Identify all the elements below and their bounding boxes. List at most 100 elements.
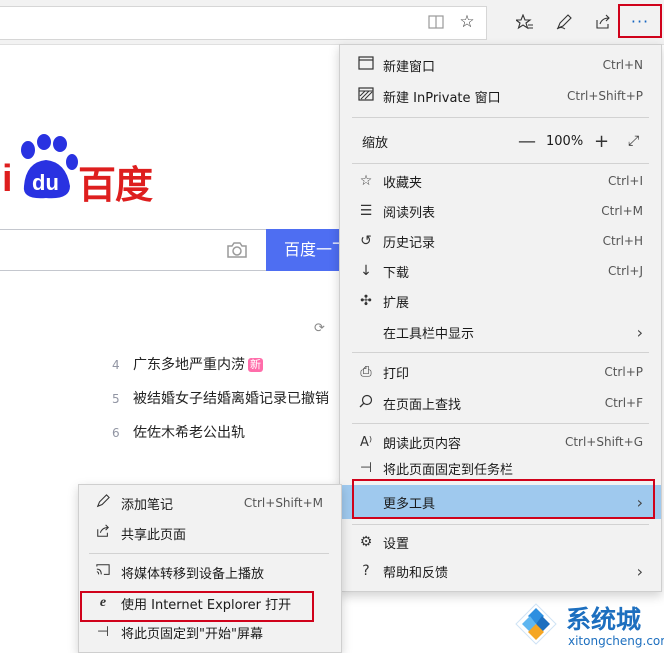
baidu-logo-text: 百度 <box>78 162 153 207</box>
site-watermark: 系统城 xitongcheng.com <box>510 598 664 653</box>
refresh-icon[interactable]: ⟳ <box>314 321 328 336</box>
pin-icon: ⊣ <box>359 460 373 476</box>
menu-shortcut: Ctrl+H <box>602 234 643 248</box>
more-actions-button[interactable]: ··· <box>618 4 662 38</box>
menu-label: 将此页面固定到任务栏 <box>383 462 514 478</box>
menu-divider <box>352 524 649 525</box>
menu-label: 扩展 <box>383 295 410 311</box>
menu-item-zoom: 缩放 — 100% + ⤢ <box>340 126 661 156</box>
zoom-out-button[interactable]: — <box>518 131 536 152</box>
zoom-label: 缩放 <box>362 135 389 151</box>
extensions-icon: ✣ <box>360 293 372 309</box>
pin-icon: ⊣ <box>96 624 110 640</box>
menu-divider <box>352 352 649 353</box>
address-bar[interactable] <box>0 6 487 40</box>
pen-icon <box>93 494 113 512</box>
menu-item-pin-to-taskbar[interactable]: ⊣ 将此页面固定到任务栏 <box>340 457 661 479</box>
menu-item-new-inprivate-window[interactable]: 新建 InPrivate 窗口 Ctrl+Shift+P <box>340 81 661 111</box>
search-icon <box>356 394 376 412</box>
favorites-list-icon[interactable] <box>512 9 538 35</box>
menu-shortcut: Ctrl+M <box>601 204 643 218</box>
menu-label: 下载 <box>383 265 410 281</box>
menu-item-history[interactable]: ↺ 历史记录 Ctrl+H <box>340 226 661 256</box>
submenu-label: 共享此页面 <box>121 527 187 543</box>
inprivate-icon <box>356 87 376 105</box>
hot-list-item[interactable]: 6 佐佐木希老公出轨 <box>112 422 245 444</box>
menu-divider <box>352 163 649 164</box>
submenu-label: 添加笔记 <box>121 497 174 513</box>
menu-item-print[interactable]: ⎙ 打印 Ctrl+P <box>340 357 661 387</box>
menu-label: 朗读此页内容 <box>383 436 462 452</box>
menu-label: 设置 <box>383 536 410 552</box>
baidu-logo-i: i <box>2 158 13 200</box>
menu-shortcut: Ctrl+P <box>604 365 643 379</box>
hot-title[interactable]: 被结婚女子结婚离婚记录已撤销 <box>133 391 329 407</box>
menu-label: 在页面上查找 <box>383 397 462 413</box>
search-button[interactable]: 百度一下 <box>266 229 346 271</box>
zoom-level: 100% <box>546 133 584 149</box>
hot-title[interactable]: 佐佐木希老公出轨 <box>133 425 245 441</box>
menu-item-settings[interactable]: ⚙ 设置 <box>340 527 661 557</box>
fullscreen-icon[interactable]: ⤢ <box>628 133 639 149</box>
menu-item-read-aloud[interactable]: A⁾ 朗读此页内容 Ctrl+Shift+G <box>340 427 661 457</box>
menu-label: 新建 InPrivate 窗口 <box>383 90 501 106</box>
submenu-item-share-page[interactable]: 共享此页面 <box>79 519 341 547</box>
submenu-item-pin-to-start[interactable]: ⊣ 将此页固定到"开始"屏幕 <box>79 618 341 646</box>
menu-item-show-in-toolbar[interactable]: 在工具栏中显示 › <box>340 317 661 347</box>
menu-shortcut: Ctrl+F <box>604 396 643 410</box>
menu-label: 帮助和反馈 <box>383 565 449 581</box>
menu-label: 历史记录 <box>383 235 436 251</box>
new-window-icon <box>356 56 376 74</box>
new-badge: 新 <box>248 358 263 372</box>
menu-item-new-window[interactable]: 新建窗口 Ctrl+N <box>340 50 661 80</box>
download-icon: ↓ <box>360 263 372 279</box>
annotation-highlight-box <box>80 591 314 622</box>
read-aloud-icon: A⁾ <box>359 434 373 450</box>
menu-shortcut: Ctrl+Shift+G <box>564 435 643 449</box>
annotation-highlight-box <box>352 479 655 519</box>
chevron-right-icon: › <box>636 322 643 342</box>
menu-divider <box>352 117 649 118</box>
cast-icon <box>93 563 113 581</box>
hot-rank: 4 <box>112 358 120 372</box>
favorite-star-icon[interactable]: ☆ <box>454 9 480 35</box>
browser-toolbar: ☆ ··· <box>0 0 664 45</box>
notes-pen-icon[interactable] <box>551 9 577 35</box>
reading-view-icon[interactable] <box>423 9 449 35</box>
menu-item-favorites[interactable]: ☆ 收藏夹 Ctrl+I <box>340 166 661 196</box>
hot-rank: 6 <box>112 426 120 440</box>
menu-item-downloads[interactable]: ↓ 下载 Ctrl+J <box>340 256 661 286</box>
share-icon[interactable] <box>590 9 616 35</box>
submenu-divider <box>89 553 329 554</box>
submenu-item-add-notes[interactable]: 添加笔记 Ctrl+Shift+M <box>79 489 341 517</box>
zoom-in-button[interactable]: + <box>594 131 609 152</box>
menu-item-find-on-page[interactable]: 在页面上查找 Ctrl+F <box>340 388 661 418</box>
favorites-icon: ☆ <box>359 173 373 189</box>
reading-list-icon: ☰ <box>359 203 373 219</box>
menu-shortcut: Ctrl+Shift+P <box>567 89 643 103</box>
watermark-title: 系统城 <box>566 605 642 634</box>
menu-item-reading-list[interactable]: ☰ 阅读列表 Ctrl+M <box>340 196 661 226</box>
menu-item-help-feedback[interactable]: ? 帮助和反馈 › <box>340 556 661 586</box>
chevron-right-icon: › <box>636 561 643 581</box>
submenu-shortcut: Ctrl+Shift+M <box>243 496 323 510</box>
menu-label: 在工具栏中显示 <box>383 326 475 342</box>
menu-label: 打印 <box>383 366 410 382</box>
hot-list-item[interactable]: 4 广东多地严重内涝新 <box>112 354 263 376</box>
menu-label: 收藏夹 <box>383 175 423 191</box>
hot-title[interactable]: 广东多地严重内涝 <box>133 357 245 373</box>
menu-shortcut: Ctrl+I <box>608 174 643 188</box>
hot-list-item[interactable]: 5 被结婚女子结婚离婚记录已撤销 <box>112 388 329 410</box>
hot-rank: 5 <box>112 392 120 406</box>
submenu-item-cast-media[interactable]: 将媒体转移到设备上播放 <box>79 558 341 586</box>
gear-icon: ⚙ <box>359 534 373 550</box>
submenu-label: 将媒体转移到设备上播放 <box>121 566 265 582</box>
more-tools-submenu: 添加笔记 Ctrl+Shift+M 共享此页面 将媒体转移到设备上播放 e 使用… <box>78 484 342 653</box>
baidu-logo-du: du <box>32 170 59 195</box>
menu-shortcut: Ctrl+N <box>602 58 643 72</box>
watermark-url: xitongcheng.com <box>568 634 664 648</box>
menu-item-extensions[interactable]: ✣ 扩展 <box>340 286 661 316</box>
watermark-logo-icon <box>514 602 558 646</box>
camera-icon[interactable] <box>226 240 248 260</box>
baidu-paw-logo: du <box>14 134 78 206</box>
